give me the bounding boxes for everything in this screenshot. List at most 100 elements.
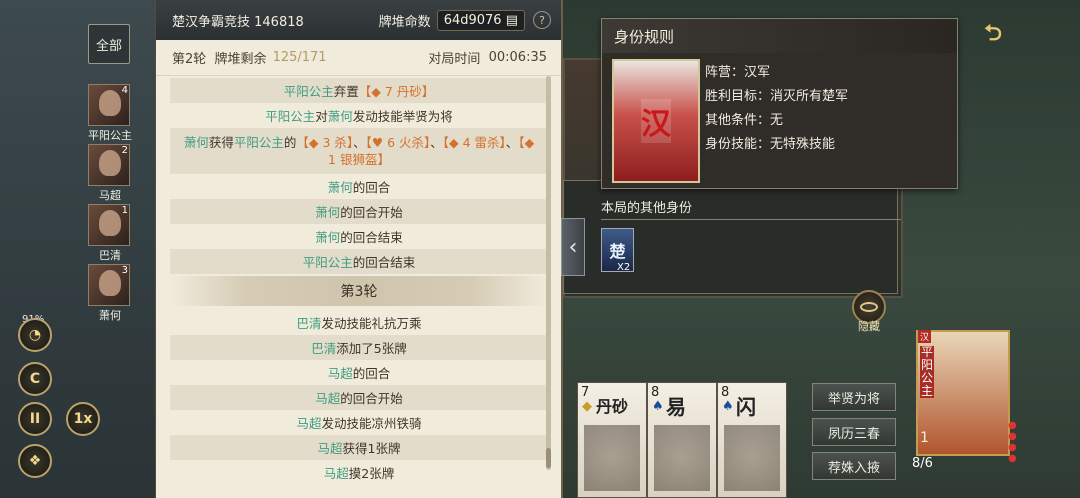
verb: 的回合开始 xyxy=(340,391,403,406)
avatar: 1 xyxy=(88,204,130,246)
log-entry: 马超 的回合开始 xyxy=(170,385,548,410)
replay-icon: C xyxy=(29,371,41,387)
actor: 萧何 xyxy=(315,230,341,245)
speed-button[interactable]: 1x xyxy=(66,402,100,436)
player-slot-baqing[interactable]: 1 巴清 xyxy=(88,204,132,263)
player-name: 平阳公主 xyxy=(88,129,132,142)
cards-button[interactable]: ❖ xyxy=(18,444,52,478)
hand-card[interactable]: 8 ♠ 易 xyxy=(647,382,717,498)
self-marker: 1 xyxy=(920,430,929,446)
avatar: 2 xyxy=(88,144,130,186)
all-players-button[interactable]: 全部 xyxy=(88,24,130,64)
eye-icon xyxy=(860,302,878,312)
separator: 、 xyxy=(505,135,519,150)
card-rank: 8 xyxy=(721,385,730,400)
match-time-label: 对局时间 xyxy=(428,52,481,67)
log-entry: 巴清 发动技能礼抗万乘 xyxy=(170,310,548,335)
seat-badge: 4 xyxy=(121,85,128,96)
faction-tag: 汉 xyxy=(918,330,932,343)
log-entry: 平阳公主 弃置 【◆ 7 丹砂】 xyxy=(170,78,548,103)
log-subheader: 第2轮 牌堆剩余 125/171 对局时间 00:06:35 xyxy=(156,40,561,76)
seat-badge: 2 xyxy=(121,145,128,156)
return-icon[interactable]: ⮌ xyxy=(970,20,1016,50)
help-icon[interactable]: ? xyxy=(533,11,551,29)
identity-card: 汉 xyxy=(612,59,700,183)
spade-icon: ♠ xyxy=(652,399,664,414)
collapse-arrow-icon[interactable]: ‹ xyxy=(561,218,585,276)
actor: 萧何 xyxy=(183,135,209,150)
round-label: 第2轮 xyxy=(172,52,207,67)
divider xyxy=(601,219,901,220)
player-slot-pingyang[interactable]: 4 平阳公主 xyxy=(88,84,132,143)
verb: 获得 xyxy=(208,135,234,150)
avatar: 3 xyxy=(88,264,130,306)
other-identities-label: 本局的其他身份 xyxy=(601,201,693,216)
diamond-icon: ◆ xyxy=(582,399,592,414)
goal-text: 胜利目标：消灭所有楚军 xyxy=(705,89,849,104)
replay-button[interactable]: C xyxy=(18,362,52,396)
card-name: 易 xyxy=(666,395,686,419)
verb: 的 xyxy=(283,135,297,150)
actor: 平阳公主 xyxy=(302,255,353,270)
log-entry-text: 萧何获得平阳公主的【◆ 3 杀】、【♥ 6 火杀】、【◆ 4 雷杀】、【◆ 1 … xyxy=(180,134,538,168)
match-time-value: 00:06:35 xyxy=(488,50,547,65)
spade-icon: ♠ xyxy=(722,399,734,414)
cards-icon: ❖ xyxy=(28,453,42,469)
card-ref: 【◆ 7 丹砂】 xyxy=(358,84,435,99)
verb: 的回合开始 xyxy=(340,205,403,220)
verb: 摸2张牌 xyxy=(348,466,395,481)
player-name: 马超 xyxy=(99,189,121,202)
actor: 平阳公主 xyxy=(265,109,316,124)
actor: 马超 xyxy=(315,391,341,406)
actor: 萧何 xyxy=(327,180,353,195)
skill-button-jxwj[interactable]: 举贤为将 xyxy=(812,383,896,411)
skill-button-jsry[interactable]: 荐姝入掖 xyxy=(812,452,896,480)
card-rank: 7 xyxy=(581,385,590,400)
skill-button-flsc[interactable]: 夙历三春 xyxy=(812,418,896,446)
verb: 添加了5张牌 xyxy=(336,341,407,356)
battle-log-panel: 楚汉争霸竞技 146818 牌堆命数 64d9076 ▤ ? 第2轮 牌堆剩余 … xyxy=(155,0,563,498)
actor: 马超 xyxy=(296,416,322,431)
card-ref: 【◆ 4 雷杀】 xyxy=(442,135,506,150)
actor: 巴清 xyxy=(311,341,337,356)
player-slot-xiaohe[interactable]: 3 萧何 xyxy=(88,264,132,323)
log-scrollbar[interactable] xyxy=(546,76,551,470)
verb: 的回合结束 xyxy=(340,230,403,245)
card-name: 丹砂 xyxy=(596,397,629,416)
scroll-thumb[interactable] xyxy=(546,448,551,468)
target: 平阳公主 xyxy=(233,135,284,150)
card-ref: 【◆ 3 杀】 xyxy=(296,135,354,150)
log-entry: 马超 的回合 xyxy=(170,360,548,385)
log-header: 楚汉争霸竞技 146818 牌堆命数 64d9076 ▤ ? xyxy=(156,0,561,40)
chu-emblem: 楚 xyxy=(609,242,626,261)
identity-rules-popup: 身份规则 汉 阵营：汉军 胜利目标：消灭所有楚军 其他条件：无 身份技能：无特殊… xyxy=(601,18,958,189)
separator: 、 xyxy=(430,135,443,150)
log-entry: 萧何 的回合 xyxy=(170,174,548,199)
verb: 的回合结束 xyxy=(352,255,416,270)
player-slot-machao[interactable]: 2 马超 xyxy=(88,144,132,203)
hp-icon: ● ● ● ● xyxy=(1008,420,1017,464)
verb: 的回合 xyxy=(352,180,391,195)
chu-count: X2 xyxy=(617,262,631,273)
log-entry: 巴清 添加了5张牌 xyxy=(170,335,548,360)
hand-card[interactable]: 7 ◆ 丹砂 xyxy=(577,382,647,498)
pause-icon: II xyxy=(29,411,41,427)
actor: 巴清 xyxy=(296,316,322,331)
speed-label: 1x xyxy=(73,411,93,427)
pause-button[interactable]: II xyxy=(18,402,52,436)
han-emblem: 汉 xyxy=(641,99,671,143)
verb: 弃置 xyxy=(333,84,359,99)
verb: 发动技能举贤为将 xyxy=(352,109,453,124)
player-column: 全部 4 平阳公主 2 马超 1 巴清 3 萧何 91% ◔ C II 1x ❖ xyxy=(0,0,155,498)
condition-text: 其他条件：无 xyxy=(705,113,784,128)
deck-remaining-value: 125/171 xyxy=(272,50,327,65)
actor: 萧何 xyxy=(315,205,341,220)
verb: 的回合 xyxy=(352,366,391,381)
deck-seed-value[interactable]: 64d9076 ▤ xyxy=(436,9,525,31)
log-list[interactable]: 平阳公主 弃置 【◆ 7 丹砂】 平阳公主对萧何 发动技能举贤为将 萧何获得平阳公主的… xyxy=(170,78,548,485)
hand-cards: 7 ◆ 丹砂 8 ♠ 易 8 ♠ 闪 xyxy=(563,382,796,498)
card-art xyxy=(724,425,780,491)
skill-text: 身份技能：无特殊技能 xyxy=(705,137,836,152)
progress-button[interactable]: ◔ xyxy=(18,318,52,352)
hand-card[interactable]: 8 ♠ 闪 xyxy=(717,382,787,498)
